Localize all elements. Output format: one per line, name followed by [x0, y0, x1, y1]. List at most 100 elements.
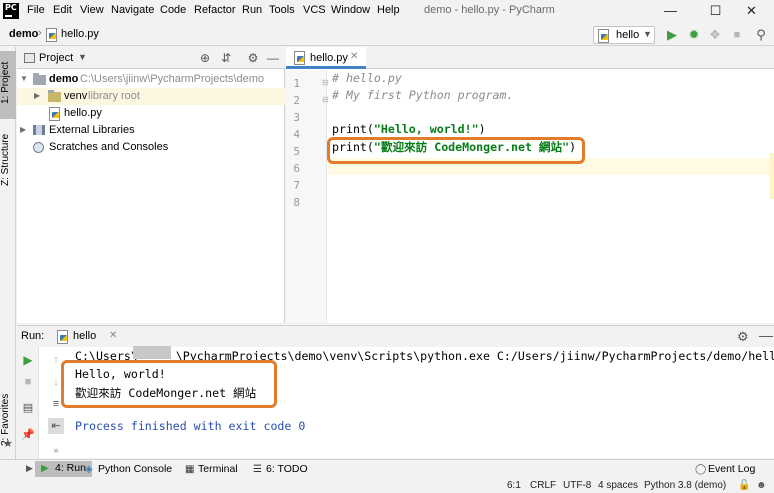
- breadcrumb-separator-icon: ›: [38, 27, 42, 39]
- bottom-tab-terminal[interactable]: ▦ Terminal: [182, 463, 238, 479]
- tree-item-demo[interactable]: ▼ demo C:\Users\jiinw\PycharmProjects\de…: [17, 71, 285, 88]
- close-icon[interactable]: ✕: [109, 330, 117, 341]
- python-file-icon: [46, 28, 57, 42]
- breadcrumb-file[interactable]: hello.py: [61, 28, 99, 40]
- locate-icon[interactable]: ⊕: [197, 50, 213, 66]
- rerun-icon[interactable]: ▶: [20, 352, 36, 368]
- menu-help[interactable]: Help: [377, 4, 400, 16]
- hide-icon[interactable]: —: [265, 50, 281, 66]
- bottom-tab-event-log[interactable]: ◯ Event Log: [692, 463, 755, 479]
- bottom-tab-python-console[interactable]: ◈ Python Console: [82, 463, 172, 479]
- folder-icon: [48, 90, 61, 102]
- stop-icon[interactable]: ■: [729, 27, 745, 43]
- line-number: 1: [293, 77, 300, 90]
- status-indent[interactable]: 4 spaces: [598, 480, 638, 491]
- run-configuration-label: hello: [616, 29, 640, 41]
- menu-file[interactable]: File: [27, 4, 45, 16]
- bottom-tab-label: 6: TODO: [266, 463, 308, 475]
- inspector-icon[interactable]: ☻: [756, 480, 767, 491]
- close-icon[interactable]: ✕: [350, 51, 358, 62]
- scroll-to-end-icon[interactable]: ⇤: [48, 418, 64, 434]
- python-file-icon: [57, 330, 68, 344]
- line-number: 3: [293, 111, 300, 124]
- tree-item-path: C:\Users\jiinw\PycharmProjects\demo: [80, 73, 264, 85]
- tree-item-external-libraries[interactable]: ▶ External Libraries: [17, 122, 285, 139]
- status-interpreter[interactable]: Python 3.8 (demo): [644, 480, 726, 491]
- code-line-4[interactable]: print("Hello, world!"): [332, 122, 486, 136]
- menu-run[interactable]: Run: [242, 4, 262, 16]
- more-icon[interactable]: »: [48, 442, 64, 458]
- lock-icon[interactable]: 🔓: [738, 480, 750, 491]
- console-exit-message: Process finished with exit code 0: [75, 419, 306, 433]
- editor-tab-bar: hello.py ✕: [286, 47, 774, 69]
- project-panel: Project ▼ ⊕ ⇵ ⚙ — ▼ demo C:\Users\jiinw\…: [17, 47, 285, 323]
- gear-icon[interactable]: ⚙: [737, 329, 749, 345]
- tree-item-label: demo: [49, 73, 79, 85]
- menu-edit[interactable]: Edit: [53, 4, 72, 16]
- layout-icon[interactable]: ▤: [20, 400, 36, 416]
- title-bar: PC File Edit View Navigate Code Refactor…: [0, 0, 774, 23]
- line-number: 4: [293, 128, 300, 141]
- close-button[interactable]: ✕: [729, 0, 774, 23]
- status-encoding[interactable]: UTF-8: [563, 480, 591, 491]
- fold-icon[interactable]: ⊟: [322, 78, 329, 87]
- tree-item-note: library root: [88, 90, 140, 102]
- pin-icon[interactable]: 📌: [20, 427, 36, 443]
- menu-vcs[interactable]: VCS: [303, 4, 326, 16]
- expand-right-icon: ▶: [34, 91, 41, 100]
- status-caret-position[interactable]: 6:1: [507, 480, 521, 491]
- run-tab-label[interactable]: hello: [73, 330, 96, 342]
- project-panel-header: Project ▼ ⊕ ⇵ ⚙ —: [17, 47, 285, 69]
- tool-tab-project[interactable]: 1: Project: [0, 51, 16, 119]
- fold-icon[interactable]: ⊟: [322, 95, 329, 104]
- collapse-all-icon[interactable]: ⇵: [218, 50, 234, 66]
- search-icon[interactable]: ⚲: [753, 27, 769, 43]
- minimize-button[interactable]: —: [648, 0, 693, 23]
- tree-item-scratches[interactable]: Scratches and Consoles: [17, 139, 285, 156]
- scroll-marker: [770, 153, 774, 199]
- todo-icon: ☰: [253, 464, 262, 475]
- menu-tools[interactable]: Tools: [269, 4, 295, 16]
- bottom-tab-todo[interactable]: ☰ 6: TODO: [250, 463, 308, 479]
- tool-tab-structure[interactable]: Z: Structure: [0, 128, 16, 192]
- code-line-2[interactable]: # My first Python program.: [332, 88, 513, 102]
- bottom-tool-bar: ▶ ▶ 4: Run ◈ Python Console ▦ Terminal ☰ 6: …: [0, 459, 774, 479]
- output-highlight-box: [61, 360, 277, 408]
- menu-refactor[interactable]: Refactor: [194, 4, 236, 16]
- stop-icon[interactable]: ■: [20, 374, 36, 390]
- tree-item-hello-py[interactable]: hello.py: [17, 105, 285, 122]
- run-panel-header: Run: hello ✕ ⚙ —: [17, 326, 774, 347]
- chevron-down-icon[interactable]: ▼: [78, 52, 87, 62]
- run-icon[interactable]: ▶: [664, 27, 680, 43]
- editor-tab-hello[interactable]: hello.py ✕: [286, 47, 366, 69]
- menu-code[interactable]: Code: [160, 4, 186, 16]
- line-number: 7: [293, 179, 300, 192]
- menu-navigate[interactable]: Navigate: [111, 4, 154, 16]
- breadcrumb-project[interactable]: demo: [9, 28, 38, 40]
- tree-item-label: Scratches and Consoles: [49, 141, 169, 153]
- debug-icon[interactable]: ✹: [686, 27, 702, 43]
- tree-item-venv[interactable]: ▶ venv library root: [17, 88, 285, 105]
- code-token: print(: [332, 122, 374, 136]
- tree-item-label: hello.py: [64, 107, 102, 119]
- code-line-1[interactable]: # hello.py: [332, 71, 402, 85]
- run-configuration-select[interactable]: hello ▼: [593, 26, 655, 44]
- code-highlight-box: [327, 137, 585, 164]
- pycharm-logo-icon: PC: [3, 3, 19, 19]
- run-icon: ▶: [41, 463, 49, 474]
- hide-icon[interactable]: —: [759, 327, 773, 343]
- editor-tab-label: hello.py: [310, 52, 348, 64]
- event-log-icon: ◯: [695, 464, 707, 475]
- status-line-separator[interactable]: CRLF: [530, 480, 556, 491]
- code-string: "Hello, world!": [373, 122, 479, 136]
- gear-icon[interactable]: ⚙: [245, 50, 261, 66]
- run-with-coverage-icon[interactable]: ❖: [707, 27, 723, 43]
- expand-right-icon: ▶: [20, 125, 27, 134]
- project-view-icon: [24, 53, 35, 63]
- menu-view[interactable]: View: [80, 4, 104, 16]
- menu-window[interactable]: Window: [331, 4, 370, 16]
- project-panel-title[interactable]: Project: [39, 52, 73, 64]
- toggle-tool-windows-icon[interactable]: ▶: [26, 463, 33, 474]
- tree-item-label: External Libraries: [49, 124, 135, 136]
- python-console-icon: ◈: [85, 464, 93, 475]
